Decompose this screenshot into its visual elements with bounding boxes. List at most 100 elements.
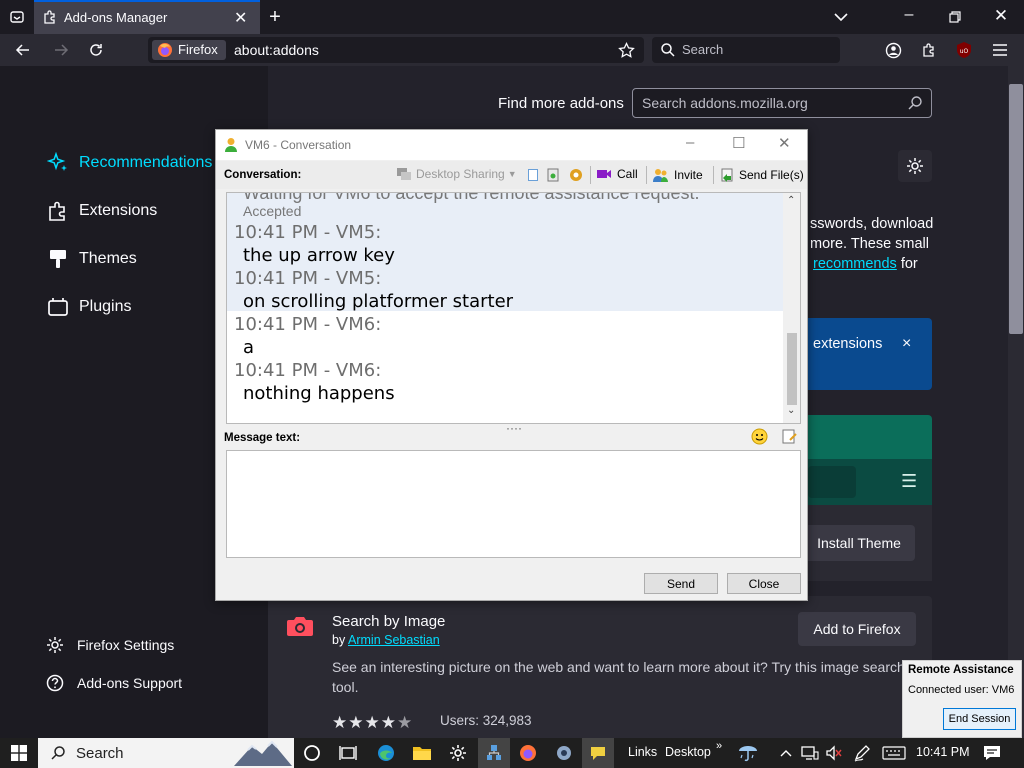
invite-button[interactable]: Invite — [652, 167, 703, 183]
message-input[interactable] — [226, 450, 801, 558]
notifications-icon[interactable] — [980, 741, 1004, 765]
chevron-up-icon[interactable]: ⌃ — [787, 195, 795, 206]
conversation-window: VM6 - Conversation – ☐ ✕ Desktop Sharing… — [215, 129, 808, 601]
close-button[interactable]: Close — [727, 573, 801, 594]
addon-name[interactable]: Search by Image — [332, 613, 445, 630]
call-button[interactable]: Call — [596, 167, 638, 181]
history-line: the up arrow key — [243, 245, 395, 266]
remote-assistance-button[interactable] — [568, 167, 584, 183]
connected-user: Connected user: VM6 — [908, 684, 1015, 696]
back-icon[interactable] — [12, 39, 34, 61]
history-scroll-thumb[interactable] — [787, 333, 797, 405]
links-toolbar[interactable]: Links — [628, 745, 657, 759]
addons-search-input[interactable]: Search addons.mozilla.org — [632, 88, 932, 118]
web-search-bar[interactable]: Search — [652, 37, 840, 63]
maximize-icon[interactable]: ☐ — [732, 134, 745, 152]
identity-label: Firefox — [178, 42, 218, 57]
volume-muted-icon[interactable] — [822, 741, 846, 765]
recommends-link[interactable]: recommends — [813, 256, 897, 272]
identity-box[interactable]: Firefox — [152, 40, 226, 60]
find-more-label: Find more add-ons — [498, 95, 624, 112]
windows-start-icon[interactable] — [8, 742, 30, 764]
desktop-toolbar[interactable]: Desktop — [665, 745, 711, 759]
minimize-icon[interactable]: – — [898, 4, 920, 26]
gear-icon — [47, 637, 63, 653]
web-search-placeholder: Search — [682, 42, 724, 57]
toolbar-overflow-icon[interactable]: » — [716, 740, 722, 752]
close-icon[interactable]: ✕ — [778, 134, 791, 152]
restore-icon[interactable] — [944, 6, 966, 28]
send-button[interactable]: Send — [644, 573, 718, 594]
close-window-icon[interactable]: ✕ — [990, 5, 1012, 27]
install-theme-button[interactable]: Install Theme — [803, 525, 915, 561]
buddy-icon — [224, 137, 238, 153]
extensions-puzzle-icon[interactable] — [918, 39, 940, 61]
games-button[interactable] — [545, 167, 561, 183]
theme-preview-tab — [808, 466, 856, 498]
url-text[interactable]: about:addons — [234, 42, 319, 58]
chevron-down-icon[interactable] — [830, 6, 852, 28]
hamburger-menu-icon[interactable] — [989, 39, 1011, 61]
sidebar-item-plugins[interactable]: Plugins — [46, 292, 131, 322]
history-line: 10:41 PM - VM5: — [234, 268, 382, 289]
footer-label: Firefox Settings — [77, 637, 175, 653]
forward-icon[interactable] — [50, 39, 72, 61]
conversation-toolbar: Desktop Sharing ▼ Call Invite Send File(… — [216, 161, 807, 189]
close-tab-icon[interactable]: ✕ — [234, 8, 247, 28]
tab-addons-manager[interactable]: Add-ons Manager ✕ — [34, 0, 260, 34]
chevron-down-icon[interactable]: ⌄ — [787, 405, 795, 416]
send-files-button[interactable]: Send File(s) — [719, 167, 804, 183]
task-view-icon[interactable] — [336, 741, 360, 765]
taskbar-search-box[interactable]: Search — [38, 738, 294, 768]
cortana-icon[interactable] — [300, 741, 324, 765]
firefox-settings-link[interactable]: Firefox Settings — [46, 636, 174, 654]
edge-icon[interactable] — [374, 741, 398, 765]
clock[interactable]: 10:41 PM — [916, 745, 970, 759]
sidebar-item-recommendations[interactable]: Recommendations — [46, 148, 212, 178]
network-app-icon[interactable] — [478, 738, 510, 768]
addon-description-cont: tool. — [332, 679, 359, 695]
addons-support-link[interactable]: Add-ons Support — [46, 674, 182, 692]
minimize-icon[interactable]: – — [686, 134, 694, 151]
system-settings-icon[interactable] — [552, 741, 576, 765]
desktop-sharing-icon — [397, 168, 411, 180]
end-session-button[interactable]: End Session — [943, 708, 1016, 730]
close-icon[interactable]: × — [902, 335, 911, 353]
weather-icon[interactable] — [736, 741, 760, 765]
history-line: Accepted — [243, 203, 302, 219]
messenger-icon[interactable] — [582, 738, 614, 768]
account-icon[interactable] — [882, 39, 904, 61]
sidebar-item-themes[interactable]: Themes — [46, 244, 137, 274]
new-tab-icon[interactable]: + — [264, 6, 286, 28]
author-link[interactable]: Armin Sebastian — [348, 633, 440, 647]
file-explorer-icon[interactable] — [410, 741, 434, 765]
network-icon[interactable] — [798, 741, 822, 765]
conversation-label: Conversation: — [224, 169, 302, 181]
emoticon-icon[interactable] — [751, 428, 768, 445]
page-scroll-thumb[interactable] — [1009, 84, 1023, 334]
firefox-taskbar-icon[interactable] — [516, 741, 540, 765]
desktop-sharing-button[interactable]: Desktop Sharing ▼ — [396, 167, 517, 181]
sidebar-label: Recommendations — [79, 154, 213, 171]
half-star-icon: ★ — [397, 713, 413, 732]
ublock-origin-icon[interactable]: uO — [953, 39, 975, 61]
intro-text-line-3: recommends for — [813, 256, 918, 272]
gear-icon — [907, 158, 923, 174]
bookmark-star-icon[interactable] — [615, 39, 637, 61]
conversation-history[interactable]: Waiting for VM6 to accept the remote ass… — [226, 192, 801, 424]
svg-text:uO: uO — [960, 48, 969, 55]
keyboard-icon[interactable] — [880, 741, 908, 765]
format-text-icon[interactable] — [781, 428, 798, 445]
send-file-icon — [721, 168, 733, 182]
settings-gear-icon[interactable] — [446, 741, 470, 765]
resize-grip[interactable]: ···· — [506, 421, 522, 435]
add-to-firefox-button[interactable]: Add to Firefox — [798, 612, 916, 646]
sidebar-item-extensions[interactable]: Extensions — [46, 196, 157, 226]
reload-icon[interactable] — [85, 39, 107, 61]
chevron-up-icon[interactable] — [774, 741, 798, 765]
search-icon — [660, 42, 676, 58]
pen-icon[interactable] — [850, 741, 874, 765]
tools-gear-button[interactable] — [898, 150, 932, 182]
list-all-tabs-icon[interactable] — [6, 6, 28, 28]
activities-button[interactable] — [525, 167, 541, 183]
